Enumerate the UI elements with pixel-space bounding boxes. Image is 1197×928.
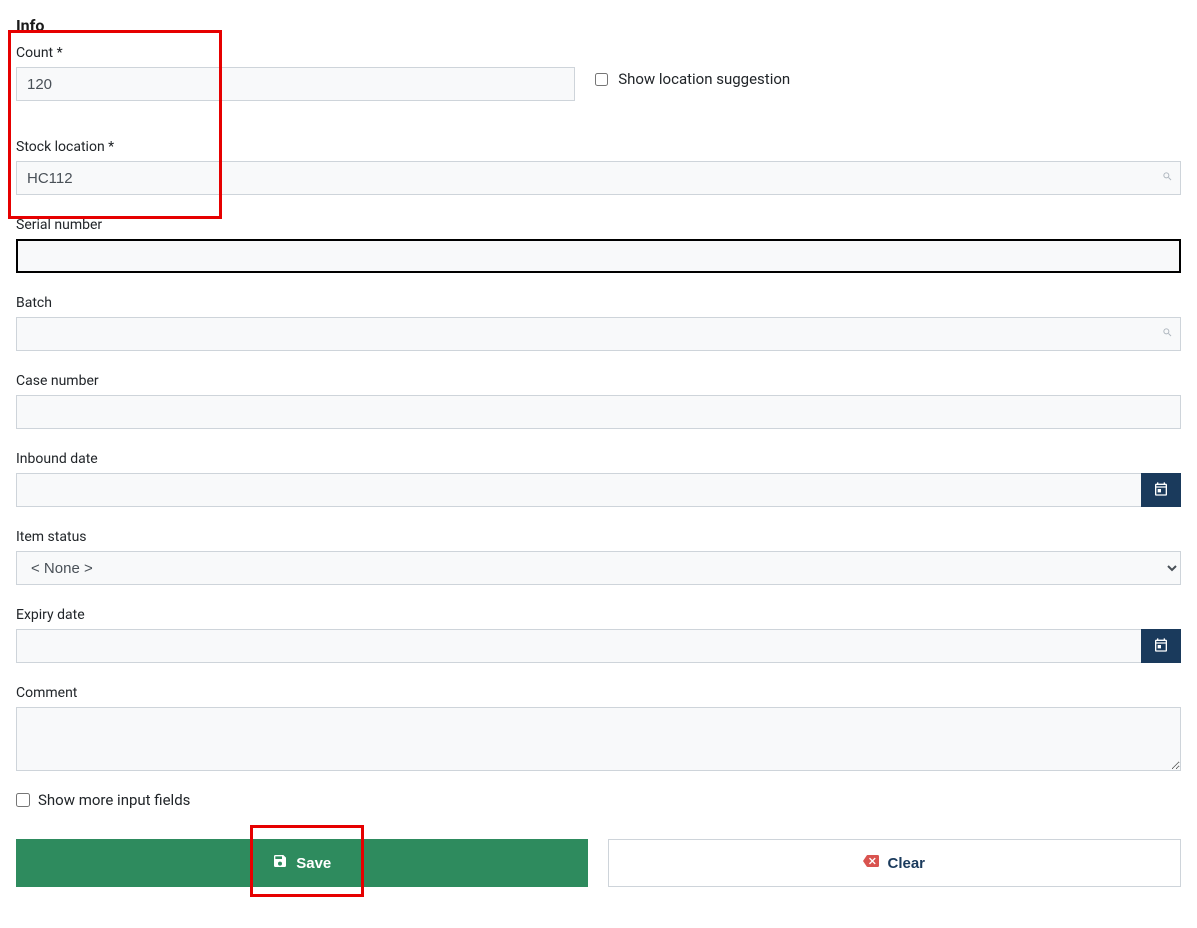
expiry-date-label: Expiry date — [16, 607, 1181, 623]
inbound-date-input[interactable] — [16, 473, 1141, 507]
case-number-input[interactable] — [16, 395, 1181, 429]
batch-label: Batch — [16, 295, 1181, 311]
save-button[interactable]: Save — [16, 839, 588, 887]
expiry-date-calendar-button[interactable] — [1141, 629, 1181, 663]
comment-textarea[interactable] — [16, 707, 1181, 771]
case-number-label: Case number — [16, 373, 1181, 389]
inbound-date-label: Inbound date — [16, 451, 1181, 467]
count-input[interactable] — [16, 67, 575, 101]
show-location-suggestion-checkbox[interactable] — [595, 73, 608, 86]
section-title: Info — [16, 16, 1181, 35]
batch-input[interactable] — [16, 317, 1181, 351]
calendar-icon — [1153, 637, 1169, 656]
show-more-fields-label: Show more input fields — [38, 791, 190, 809]
show-location-suggestion-label: Show location suggestion — [618, 70, 790, 88]
stock-location-label: Stock location * — [16, 139, 1181, 155]
count-label: Count * — [16, 45, 575, 61]
form-container: Info Count * Show location suggestion St… — [16, 16, 1181, 887]
clear-icon — [863, 853, 879, 873]
save-button-label: Save — [296, 855, 331, 872]
item-status-label: Item status — [16, 529, 1181, 545]
item-status-select[interactable]: < None > — [16, 551, 1181, 585]
inbound-date-calendar-button[interactable] — [1141, 473, 1181, 507]
expiry-date-input[interactable] — [16, 629, 1141, 663]
comment-label: Comment — [16, 685, 1181, 701]
serial-number-input[interactable] — [16, 239, 1181, 273]
calendar-icon — [1153, 481, 1169, 500]
stock-location-input[interactable] — [16, 161, 1181, 195]
serial-number-label: Serial number — [16, 217, 1181, 233]
save-icon — [272, 853, 288, 873]
show-more-fields-checkbox[interactable] — [16, 793, 30, 807]
clear-button-label: Clear — [887, 855, 925, 872]
clear-button[interactable]: Clear — [608, 839, 1182, 887]
